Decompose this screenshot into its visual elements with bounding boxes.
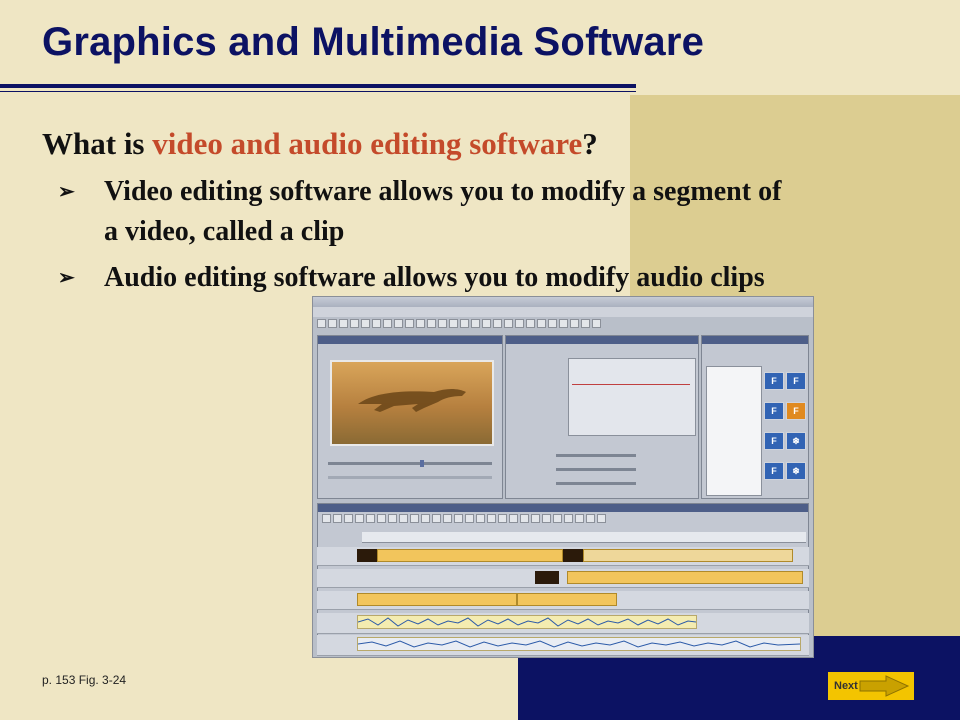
- bullet-text-1: Video editing software allows you to mod…: [104, 176, 782, 247]
- question-heading: What is video and audio editing software…: [42, 126, 598, 162]
- preview-pane: [317, 335, 503, 499]
- title-rule-thin: [0, 91, 636, 92]
- timeline-track-audio2: [317, 635, 809, 656]
- timeline-track-video1: [317, 547, 809, 566]
- video-preview-image: [330, 360, 494, 446]
- title-rule-thick: [0, 84, 636, 88]
- cheetah-silhouette: [358, 389, 466, 412]
- page-reference: p. 153 Fig. 3-24: [42, 673, 127, 687]
- next-arrow-icon: [859, 675, 910, 697]
- question-prefix: What is: [42, 126, 153, 161]
- slide-title: Graphics and Multimedia Software: [42, 20, 705, 64]
- question-highlight: video and audio editing software: [152, 126, 583, 161]
- production-library-pane: F F F F F ❄ F ❄: [701, 335, 809, 499]
- effects-manager-pane: [505, 335, 699, 499]
- arrow-bullet-icon: ➢: [58, 181, 75, 203]
- question-suffix: ?: [582, 126, 598, 161]
- next-button[interactable]: Next: [828, 672, 914, 700]
- screenshot-title-bar: [313, 297, 813, 307]
- timeline-track-video2: [317, 569, 809, 588]
- screenshot-toolbar: [317, 319, 809, 331]
- arrow-bullet-icon: ➢: [58, 267, 75, 289]
- bullet-item-1: ➢ Video editing software allows you to m…: [58, 172, 784, 252]
- video-editor-screenshot: F F F F F ❄ F ❄: [312, 296, 814, 658]
- next-button-label: Next: [834, 680, 858, 692]
- bullet-item-2: ➢ Audio editing software allows you to m…: [58, 258, 784, 298]
- timeline-track-video3: [317, 591, 809, 610]
- screenshot-menu-bar: [313, 307, 813, 317]
- timeline-track-audio1: [317, 613, 809, 634]
- bullet-text-2: Audio editing software allows you to mod…: [104, 262, 765, 293]
